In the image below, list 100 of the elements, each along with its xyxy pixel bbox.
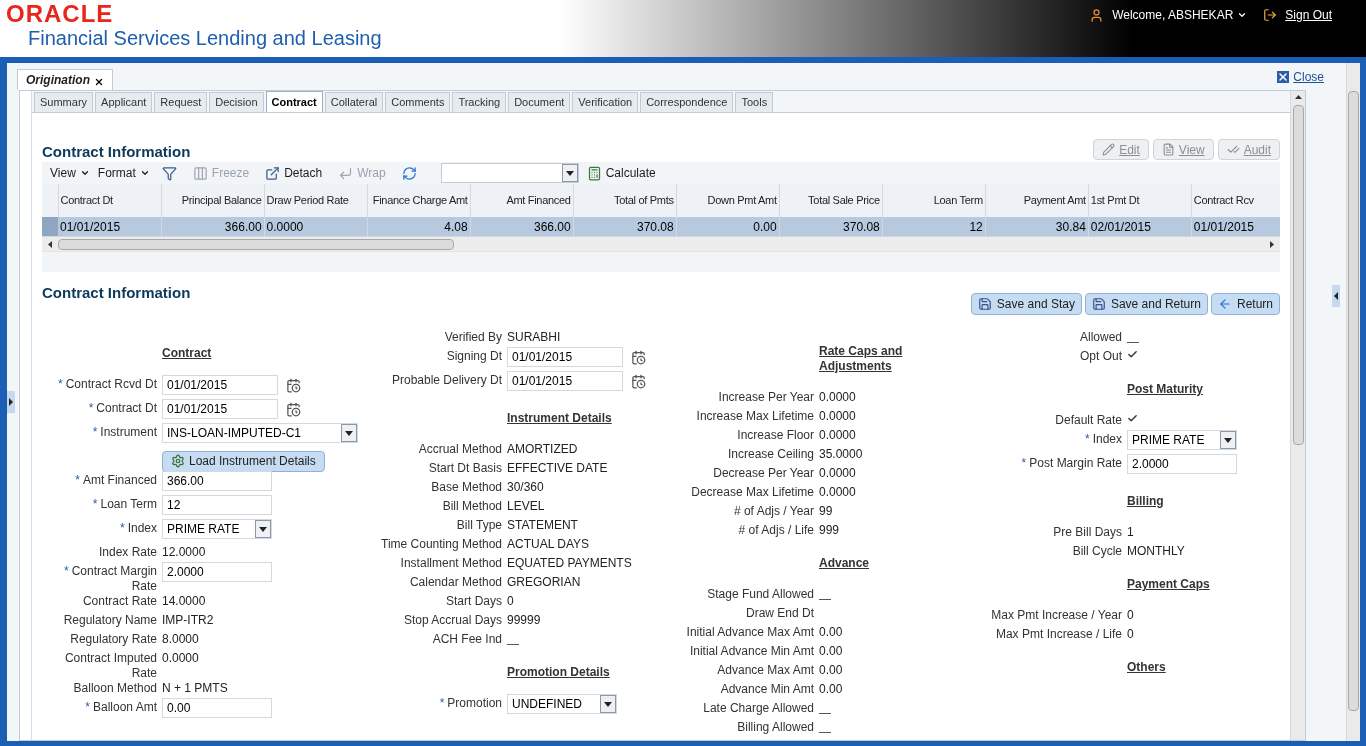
tab[interactable]: Request — [154, 92, 208, 112]
load-instrument-button[interactable]: Load Instrument Details — [162, 450, 325, 472]
field-value: 999 — [819, 523, 840, 538]
date-field[interactable]: 01/01/2015 — [507, 371, 623, 391]
tab[interactable]: Applicant — [95, 92, 153, 112]
scroll-right-icon[interactable] — [1270, 240, 1274, 248]
field-label: Accrual Method — [418, 442, 502, 456]
field-label: Billing Allowed — [737, 720, 814, 734]
field-value: 1 — [1127, 525, 1134, 540]
tab[interactable]: Document — [508, 92, 571, 112]
field-label: Balloon Method — [73, 681, 157, 695]
field-value: 14.0000 — [162, 594, 206, 609]
calendar-icon[interactable] — [631, 349, 646, 365]
dropdown-caret-icon[interactable] — [565, 170, 574, 176]
section-title: Contract Information — [42, 143, 191, 160]
required-mark: * — [92, 425, 98, 439]
field-label: Time Counting Method — [381, 537, 502, 551]
field-label: Amt Financed — [82, 473, 157, 487]
section-heading: Billing — [1127, 494, 1165, 509]
field-value: N + 1 PMTS — [162, 681, 228, 696]
close-link[interactable]: Close — [1293, 68, 1324, 86]
input-field[interactable]: 366.00 — [162, 471, 272, 491]
field-value: SURABHI — [507, 330, 561, 345]
dropdown-caret-icon[interactable] — [1224, 437, 1232, 443]
input-field[interactable]: 2.0000 — [162, 562, 272, 582]
scroll-left-icon[interactable] — [48, 240, 52, 248]
calculate-button[interactable]: Calculate — [578, 164, 664, 182]
scroll-up-icon[interactable] — [1294, 95, 1302, 99]
tab[interactable]: Summary — [34, 92, 94, 112]
detach-icon — [265, 165, 281, 181]
field-value: 0.0000 — [819, 390, 856, 405]
select-field[interactable] — [440, 163, 579, 183]
date-field[interactable]: 01/01/2015 — [507, 347, 623, 367]
save-button[interactable]: Save and Return — [1084, 293, 1208, 315]
required-mark: * — [439, 696, 445, 710]
tab[interactable]: Correspondence — [640, 92, 734, 112]
calendar-icon[interactable] — [631, 373, 646, 389]
field-value: 0.00 — [819, 644, 843, 659]
tab[interactable]: Verification — [572, 92, 639, 112]
input-field[interactable]: 2.0000 — [1127, 454, 1237, 474]
tab[interactable]: Comments — [385, 92, 451, 112]
pencil-icon — [1102, 143, 1116, 156]
table-row[interactable]: 01/01/2015 366.00 0.0000 4.08 366.00 370.08 0.00 370.08 12 30.84 02/01/2015 01/01/2015 — [42, 217, 1280, 236]
user-icon — [1089, 7, 1105, 23]
select-field[interactable]: INS-LOAN-IMPUTED-C1 — [162, 423, 358, 443]
field-label: Pre Bill Days — [1053, 525, 1122, 539]
input-field[interactable]: 0.00 — [162, 698, 272, 718]
dropdown-caret-icon[interactable] — [604, 701, 612, 707]
field-label: Index — [127, 521, 157, 535]
field-label: Increase Max Lifetime — [696, 409, 814, 423]
field-value: 0.0000 — [819, 428, 856, 443]
vertical-scrollbar[interactable] — [1290, 91, 1305, 740]
detach-button[interactable]: Detach — [257, 164, 331, 182]
sign-out-link[interactable]: Sign Out — [1285, 6, 1332, 24]
input-field[interactable]: 12 — [162, 495, 272, 515]
field-value: 8.0000 — [162, 632, 199, 647]
required-mark: * — [57, 377, 63, 391]
field-label: Regulatory Name — [63, 613, 157, 627]
select-field[interactable]: PRIME RATE — [162, 519, 272, 539]
expand-handle[interactable] — [7, 391, 15, 413]
select-field[interactable]: PRIME RATE — [1127, 430, 1237, 450]
menu-button[interactable]: Format — [93, 164, 154, 182]
field-value: IMP-ITR2 — [162, 613, 214, 628]
field-value: 30/360 — [507, 480, 544, 495]
field-label: Start Dt Basis — [428, 461, 502, 475]
save-button[interactable]: Save and Stay — [970, 293, 1082, 315]
tab[interactable]: Contract — [265, 91, 323, 112]
menu-button[interactable]: View — [46, 164, 94, 182]
vertical-scrollbar[interactable] — [1346, 63, 1360, 741]
user-menu-button[interactable]: Welcome, ABSHEKAR — [1112, 6, 1248, 24]
field-label: Contract Rate — [82, 594, 157, 608]
field-value: 35.0000 — [819, 447, 863, 462]
horizontal-scrollbar[interactable] — [42, 236, 1280, 251]
field-label: Bill Cycle — [1072, 544, 1122, 558]
close-icon[interactable] — [94, 77, 104, 87]
date-field[interactable]: 01/01/2015 — [162, 399, 278, 419]
product-title: Financial Services Lending and Leasing — [27, 26, 382, 50]
dropdown-caret-icon[interactable] — [345, 430, 353, 436]
field-label: Increase Floor — [737, 428, 814, 442]
date-field[interactable]: 01/01/2015 — [162, 375, 278, 395]
field-label: Opt Out — [1079, 349, 1122, 363]
field-value: LEVEL — [507, 499, 545, 514]
field-label: Max Pmt Increase / Year — [991, 608, 1122, 622]
field-label: Index — [1092, 432, 1122, 446]
section-heading: Contract — [162, 346, 213, 361]
gear-icon — [171, 454, 185, 468]
page-tab[interactable]: Origination — [17, 69, 113, 90]
field-value: 0.0000 — [819, 466, 856, 481]
field-label: Instrument — [100, 425, 157, 439]
calendar-icon[interactable] — [286, 401, 301, 417]
tab[interactable]: Tracking — [452, 92, 507, 112]
dropdown-caret-icon[interactable] — [259, 526, 267, 532]
tab[interactable]: Tools — [735, 92, 774, 112]
select-field[interactable]: UNDEFINED — [507, 694, 617, 714]
tab[interactable]: Collateral — [324, 92, 384, 112]
return-button[interactable]: Return — [1210, 293, 1280, 315]
calendar-icon[interactable] — [286, 377, 301, 393]
tab[interactable]: Decision — [209, 92, 264, 112]
collapse-handle[interactable] — [1332, 285, 1340, 307]
required-mark: * — [1084, 432, 1090, 446]
